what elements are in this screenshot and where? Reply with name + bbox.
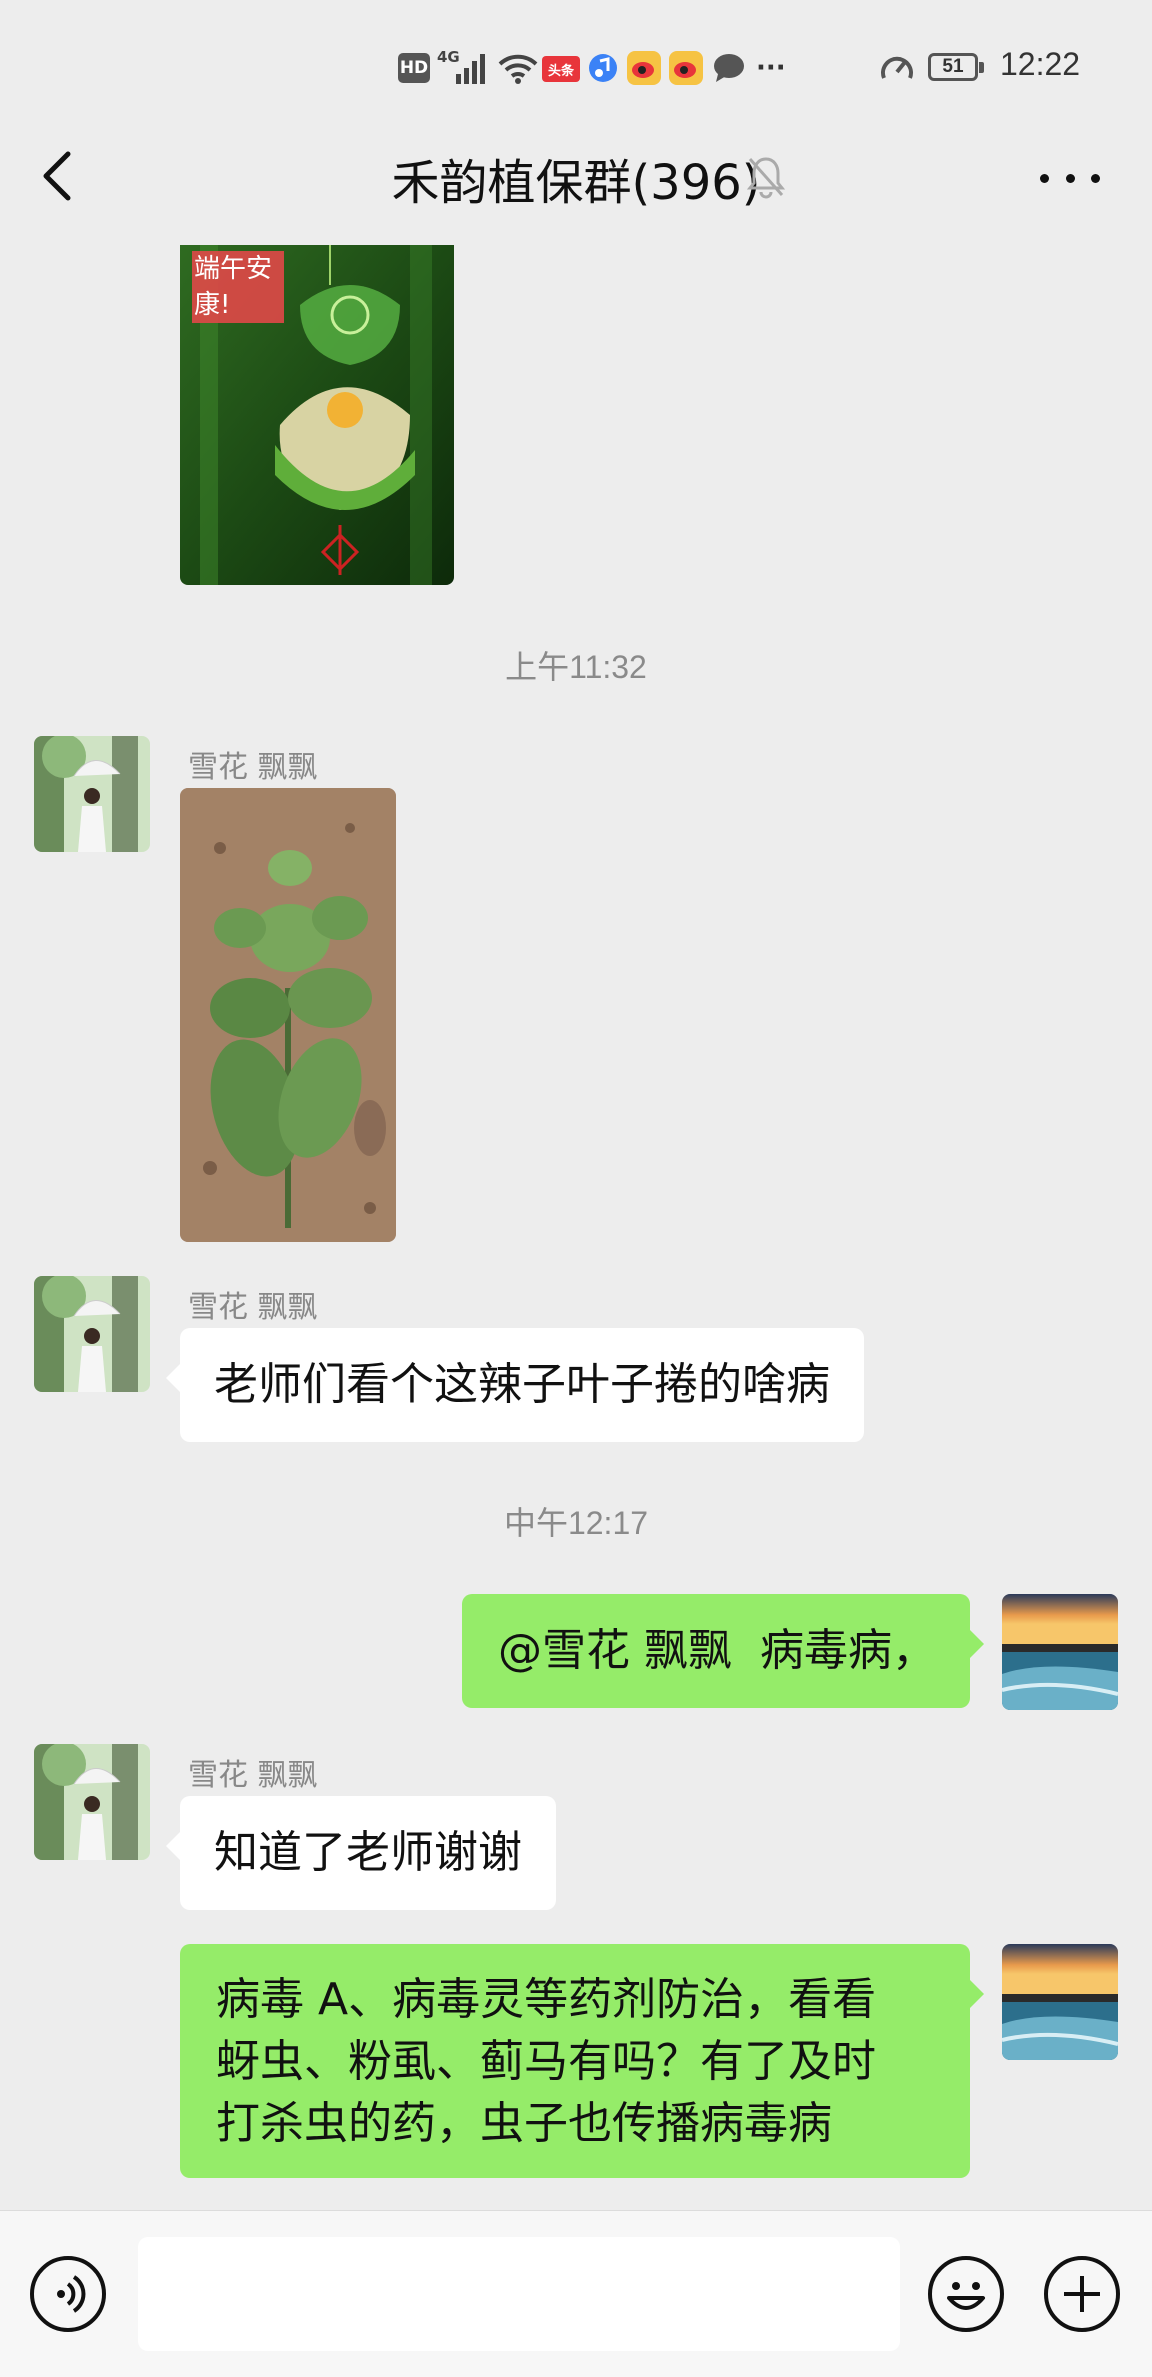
avatar-self[interactable]: [1002, 1944, 1118, 2060]
message-input[interactable]: [138, 2237, 900, 2351]
more-notifications: ···: [756, 53, 786, 83]
avatar-self[interactable]: [1002, 1594, 1118, 1710]
status-bar: HD 4G 头条 ··· 51 12:22: [0, 0, 1152, 130]
dot-icon: [1040, 173, 1049, 183]
sender-name: 雪花 飘飘: [188, 1290, 318, 1325]
outgoing-message-bubble[interactable]: 病毒 A、病毒灵等药剂防治，看看 蚜虫、粉虱、蓟马有吗？有了及时 打杀虫的药，虫…: [180, 1944, 984, 2178]
incoming-message-bubble[interactable]: 知道了老师谢谢: [166, 1796, 556, 1910]
dot-icon: [1065, 173, 1075, 183]
message-text: 知道了老师谢谢: [214, 1827, 522, 1878]
dot-icon: [1091, 173, 1100, 183]
greeting-caption: 端午安康!: [194, 254, 273, 320]
message-line: 蚜虫、粉虱、蓟马有吗？有了及时: [216, 2036, 876, 2087]
toutiao-app-icon: 头条: [542, 56, 580, 82]
avatar-xuehua[interactable]: [34, 1744, 150, 1860]
image-message-greeting[interactable]: 端午安康!: [180, 245, 454, 585]
wifi-icon: [498, 54, 538, 84]
message-text: 病毒病，: [759, 1625, 936, 1676]
timestamp: 中午12:17: [503, 1505, 649, 1541]
data-speed-icon: [881, 56, 913, 79]
mute-bell-icon: [746, 157, 786, 199]
mention-text[interactable]: @雪花 飘飘: [498, 1625, 732, 1676]
battery-indicator: 51: [928, 53, 984, 81]
voice-icon: [57, 2275, 86, 2313]
status-time: 12:22: [1000, 46, 1081, 82]
incoming-message-bubble[interactable]: 老师们看个这辣子叶子捲的啥病: [166, 1328, 864, 1442]
outgoing-message-bubble[interactable]: @雪花 飘飘 病毒病，: [462, 1594, 984, 1708]
message-line: 病毒 A、病毒灵等药剂防治，看看: [216, 1974, 877, 2025]
pepper-plant-photo: [180, 788, 396, 1242]
avatar-xuehua[interactable]: [34, 736, 150, 852]
emoji-button[interactable]: [928, 2256, 1004, 2332]
hd-indicator: HD: [398, 53, 430, 83]
message-notification-icon: [714, 54, 744, 82]
plus-button[interactable]: [1044, 2256, 1120, 2332]
chat-title: 禾韵植保群(396): [391, 155, 761, 211]
music-app-icon: [589, 54, 617, 82]
emoji-icon: [947, 2282, 985, 2310]
avatar-xuehua[interactable]: [34, 1276, 150, 1392]
message-line: 打杀虫的药，虫子也传播病毒病: [216, 2098, 832, 2149]
weibo-app-icon-2: [669, 51, 703, 85]
sender-name: 雪花 飘飘: [188, 750, 318, 785]
timestamp: 上午11:32: [505, 649, 647, 685]
message-text: 老师们看个这辣子叶子捲的啥病: [214, 1359, 830, 1410]
image-message-pepper-plant[interactable]: [180, 788, 396, 1242]
voice-input-button[interactable]: [30, 2256, 106, 2332]
sender-name: 雪花 飘飘: [188, 1758, 318, 1793]
more-options-button[interactable]: [1040, 160, 1100, 196]
signal-icon: [456, 54, 485, 84]
weibo-app-icon: [627, 51, 661, 85]
plus-icon: [1064, 2276, 1100, 2312]
